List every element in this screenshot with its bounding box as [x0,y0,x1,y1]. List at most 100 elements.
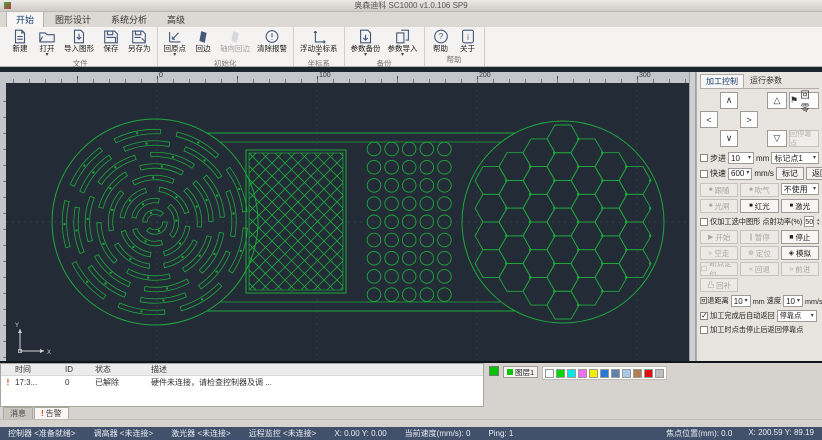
laser-button[interactable]: ■激光 [781,199,819,213]
auto-return-checkbox[interactable] [700,312,708,320]
color-swatch-5[interactable] [600,369,609,378]
z-up-button[interactable]: △ [767,92,787,109]
go-edge-label: 回边 [196,45,211,53]
log-tab-bar: 消息!告警 [0,407,822,419]
back-distance-combo[interactable]: 10▾ [731,295,751,307]
z-down-button[interactable]: ▽ [767,130,787,147]
color-swatch-8[interactable] [633,369,642,378]
cad-drawing[interactable]: XY [6,83,689,361]
locate-label: 定位 [756,248,771,259]
pause-button[interactable]: ∥暂停 [740,230,778,244]
pause-label: 暂停 [755,232,770,243]
blow-air-button[interactable]: ■吹气 [740,183,778,197]
jog-down-button[interactable]: ∨ [720,130,738,147]
color-swatch-7[interactable] [622,369,631,378]
color-swatch-10[interactable] [655,369,664,378]
fast-value-combo[interactable]: 600▾ [728,168,752,180]
jog-up-button[interactable]: ∧ [720,92,738,109]
help-button[interactable]: ?帮助 [429,27,453,53]
gas-select[interactable]: 不使用▾ [781,183,819,195]
log-row[interactable]: !17:3...0已解除硬件未连接，请检查控制器及调 ... [1,376,483,388]
layer-color-swatches [542,366,667,380]
ribbon-tab-advanced[interactable]: 高级 [158,11,194,27]
step-value-combo[interactable]: 10▾ [728,152,754,164]
axis-go-edge-button[interactable]: 轴向回边 [218,27,252,53]
burst-power-input[interactable]: 50 [804,216,814,227]
stop-return-row: 加工时点击停止后返回停靠点 [700,325,819,335]
go-origin-button[interactable]: 回原点▾ [162,27,189,58]
about-button[interactable]: i关于 [456,27,480,53]
panel-splitter[interactable] [689,72,696,361]
go-zero-button[interactable]: ⚑ 回零 [789,92,819,109]
stop-return-checkbox[interactable] [700,326,708,334]
step-checkbox[interactable] [700,154,708,162]
start-icon: ▶ [708,233,713,241]
patch-cut-button[interactable]: 凸回补 [700,278,738,292]
mark-point-select[interactable]: 标记点1▾ [771,152,819,164]
save-button[interactable]: 保存 [99,27,123,53]
only-selected-checkbox[interactable] [700,218,708,226]
color-swatch-2[interactable] [567,369,576,378]
param-backup-button[interactable]: 参数备份▾ [349,27,383,58]
go-dock-button[interactable]: 回停靠点 [789,130,819,147]
stop-button[interactable]: ■停止 [781,230,819,244]
simulate-button[interactable]: ◈模拟 [781,246,819,260]
blow-air-label: 吹气 [755,185,770,196]
warning-icon: ! [1,378,15,387]
start-button[interactable]: ▶开始 [700,230,738,244]
save-as-button[interactable]: 另存为 [126,27,153,53]
square-icon: ■ [749,187,753,193]
color-swatch-9[interactable] [644,369,653,378]
new-button[interactable]: 新建 [8,27,32,53]
mark-button[interactable]: 标记 [776,167,804,180]
color-swatch-6[interactable] [611,369,620,378]
layer-chip[interactable]: 图层1 [503,366,538,378]
burst-power-label: 点射功率(%) [762,217,802,227]
panel-tab-run-params[interactable]: 运行参数 [745,74,787,88]
ribbon: 新建打开▾导入图形保存另存为文件回原点▾回边轴向回边清除报警初始化浮动坐标系▾坐… [0,27,822,67]
step-back-label: 回退 [755,264,770,275]
floating-coordinate-button[interactable]: 浮动坐标系▾ [298,27,340,58]
ribbon-tab-system-analysis[interactable]: 系统分析 [102,11,156,27]
shutter-button[interactable]: ■光闸 [700,199,738,213]
open-button[interactable]: 打开▾ [35,27,59,58]
laser-status: 激光器 <未连接> [171,428,231,439]
dry-run-button[interactable]: ▹空走 [700,246,738,260]
follow-button[interactable]: ■跟随 [700,183,738,197]
return-button[interactable]: 返回 [806,167,822,180]
back-speed-combo[interactable]: 10▾ [783,295,803,307]
log-header-cell: 状态 [95,364,151,375]
jog-left-button[interactable]: < [700,111,718,128]
log-tab-messages[interactable]: 消息 [3,407,33,419]
two-docs-icon [394,28,412,45]
ribbon-tab-graphic-design[interactable]: 图形设计 [46,11,100,27]
color-swatch-0[interactable] [545,369,554,378]
color-swatch-3[interactable] [578,369,587,378]
dock-point-select[interactable]: 停靠点▾ [777,310,817,322]
floppy-as-icon [130,28,148,45]
jog-right-button[interactable]: > [740,111,758,128]
import-graphic-button[interactable]: 导入图形 [62,27,96,53]
red-light-button[interactable]: ■红光 [740,199,778,213]
spinner-arrows-icon[interactable]: ▲▼ [816,218,820,226]
clear-alarm-button[interactable]: 清除报警 [255,27,289,53]
step-back-button[interactable]: «回退 [740,262,778,276]
param-import-button[interactable]: 参数导入▾ [386,27,420,58]
back-distance-row: 回退距离 10▾ mm 速度 10▾ mm/s [700,295,819,307]
breakpoint-locate-button[interactable]: ☐断点定位 [700,262,738,276]
panel-tab-process-control[interactable]: 加工控制 [700,74,744,88]
selected-only-row: 仅加工选中图形 点射功率(%) 50 ▲▼ [700,216,819,227]
locate-button[interactable]: ⊕定位 [740,246,778,260]
ribbon-group-label: 帮助 [429,54,480,66]
chevron-down-icon: ▾ [813,187,816,192]
square-icon: ■ [709,203,713,209]
color-swatch-4[interactable] [589,369,598,378]
color-swatch-1[interactable] [556,369,565,378]
go-edge-button[interactable]: 回边 [191,27,215,53]
log-tab-alarms[interactable]: !告警 [34,407,69,419]
layer-palette: 图层1 [484,363,822,407]
ribbon-tab-home[interactable]: 开始 [6,10,44,27]
focus-position: 焦点位置(mm): 0.0 [666,428,732,439]
step-forward-button[interactable]: »前进 [781,262,819,276]
fast-checkbox[interactable] [700,170,708,178]
